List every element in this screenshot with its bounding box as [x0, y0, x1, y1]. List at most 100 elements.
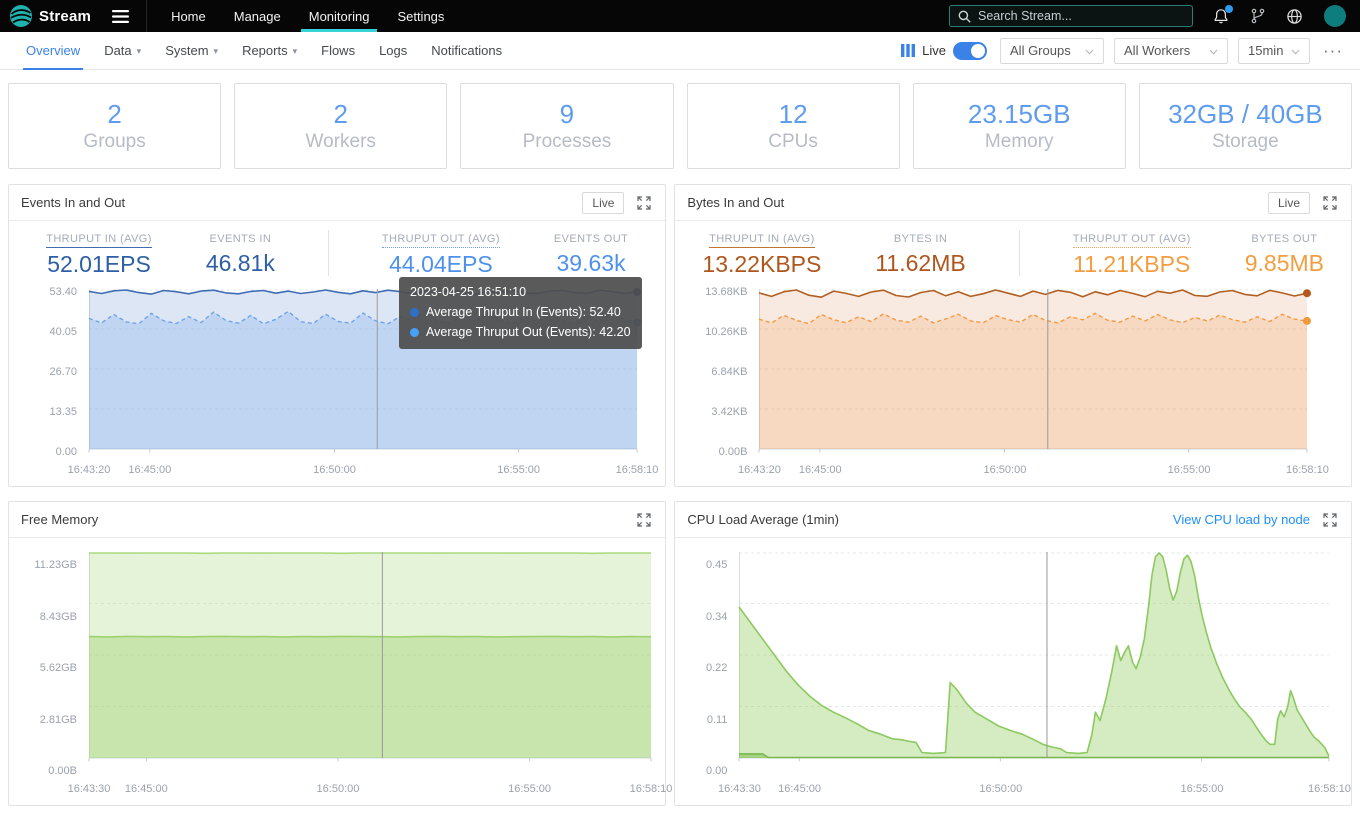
stat-label: THRUPUT OUT (AVG): [1072, 233, 1191, 248]
x-axis-label: 16:55:00: [497, 464, 541, 476]
hamburger-menu-button[interactable]: [109, 7, 132, 26]
stat-value: 46.81k: [205, 250, 275, 276]
summary-card-groups[interactable]: 2 Groups: [8, 83, 222, 169]
chart-card-events: Events In and Out Live THRUPUT IN (AVG) 52.…: [8, 184, 667, 487]
y-axis-label: 13.68KB: [705, 286, 748, 298]
chart-card-cpu: CPU Load Average (1min) View CPU load by …: [674, 501, 1352, 806]
memory-plot-svg[interactable]: [88, 552, 652, 763]
summary-card-workers[interactable]: 2 Workers: [234, 83, 448, 169]
events-plot-svg[interactable]: [88, 287, 641, 454]
caret-down-icon: ▾: [292, 45, 298, 56]
select-all-groups[interactable]: All Groups: [1000, 37, 1105, 64]
tab-logs[interactable]: Logs: [367, 32, 419, 70]
stat-value: 39.63k: [556, 250, 626, 276]
tab-data[interactable]: Data ▾: [92, 32, 153, 70]
select-value: 15min: [1248, 43, 1284, 58]
x-axis-label: 16:50:00: [316, 783, 360, 795]
memory-expand-button[interactable]: [635, 511, 653, 529]
y-axis-label: 40.05: [49, 326, 77, 338]
globe-button[interactable]: [1286, 8, 1303, 25]
tab-notifications[interactable]: Notifications: [419, 32, 514, 70]
chart-card-memory: Free Memory 11.23GB 8.43GB 5.62GB 2.81GB 0.00…: [8, 501, 673, 806]
y-axis-label: 0.34: [706, 610, 728, 623]
bytes-plot-svg[interactable]: [758, 289, 1312, 454]
stat-value: 9.85MB: [1244, 250, 1324, 276]
stats-divider: [1018, 230, 1020, 276]
thruput-in-avg-stat: THRUPUT IN (AVG) 13.22KBPS: [702, 229, 821, 278]
events-live-button[interactable]: Live: [582, 191, 625, 214]
user-avatar[interactable]: [1324, 5, 1346, 27]
events-out-stat: EVENTS OUT 39.63k: [554, 229, 628, 277]
search-input[interactable]: [978, 9, 1184, 23]
more-options-button[interactable]: ···: [1320, 42, 1346, 59]
summary-card-cpus[interactable]: 12 CPUs: [686, 83, 900, 169]
events-expand-button[interactable]: [635, 194, 653, 212]
live-toggle-group: Live: [901, 41, 988, 60]
git-branch-button[interactable]: [1250, 8, 1265, 24]
summary-card-processes[interactable]: 9 Processes: [460, 83, 674, 169]
live-toggle[interactable]: [953, 41, 988, 60]
y-axis-label: 0.00B: [48, 765, 77, 777]
select-all-workers[interactable]: All Workers: [1114, 37, 1229, 64]
caret-down-icon: ▾: [213, 45, 219, 56]
summary-label: Processes: [522, 131, 612, 153]
x-axis-label: 16:55:00: [508, 783, 552, 795]
stat-label: THRUPUT OUT (AVG): [381, 233, 500, 248]
y-axis-label: 26.70: [49, 366, 77, 378]
nav-item-settings[interactable]: Settings: [383, 0, 458, 32]
chevron-down-icon: [1085, 49, 1094, 55]
tab-reports[interactable]: Reports ▾: [230, 32, 309, 70]
y-axis-label: 0.00B: [718, 446, 748, 458]
summary-value: 9: [559, 98, 575, 129]
chevron-down-icon: [1209, 49, 1218, 55]
nav-item-manage[interactable]: Manage: [220, 0, 295, 32]
notifications-bell-button[interactable]: [1213, 5, 1233, 24]
stat-label: EVENTS OUT: [553, 233, 629, 245]
tab-flows[interactable]: Flows: [309, 32, 367, 70]
nav-item-home[interactable]: Home: [157, 0, 220, 32]
cpu-chart-title: CPU Load Average (1min): [687, 512, 839, 527]
cpu-expand-button[interactable]: [1321, 511, 1339, 529]
tab-label: Logs: [379, 43, 408, 58]
toolbar-controls: Live All Groups All Workers 15min ···: [901, 37, 1346, 64]
topbar-divider: [146, 0, 148, 32]
bytes-expand-button[interactable]: [1321, 194, 1339, 212]
select-15min[interactable]: 15min: [1238, 37, 1311, 64]
summary-card-storage[interactable]: 32GB / 40GB Storage: [1138, 83, 1352, 169]
x-axis-memory: 16:43:30 16:45:00 16:50:00 16:55:00 16:58:10: [9, 777, 673, 805]
notification-badge: [1225, 5, 1233, 13]
chart-header-events: Events In and Out Live: [9, 185, 666, 221]
stat-value: 11.21KBPS: [1073, 250, 1191, 277]
bytes-chart-title: Bytes In and Out: [687, 195, 785, 210]
cpu-plot-svg[interactable]: [738, 552, 1331, 763]
topbar-icons: [1213, 5, 1346, 27]
x-axis-label: 16:50:00: [979, 783, 1023, 795]
bytes-live-button[interactable]: Live: [1267, 191, 1310, 214]
events-chart-title: Events In and Out: [21, 195, 126, 210]
stat-value: 11.62MB: [875, 250, 966, 276]
y-axis-label: 13.35: [49, 406, 77, 418]
tab-label: System: [165, 43, 209, 58]
plot-area-memory: 11.23GB 8.43GB 5.62GB 2.81GB 0.00B: [9, 552, 665, 777]
x-axis-label: 16:43:20: [738, 464, 781, 476]
chart-card-bytes: Bytes In and Out Live THRUPUT IN (AVG) 13.2…: [674, 184, 1352, 487]
expand-icon: [637, 195, 652, 210]
events-in-stat: EVENTS IN 46.81k: [206, 229, 275, 277]
summary-value: 23.15GB: [967, 98, 1071, 129]
view-cpu-load-by-node-link[interactable]: View CPU load by node: [1173, 512, 1310, 527]
monitoring-tabs: Overview Data ▾ System ▾ Reports ▾ Flows Logs Not…: [14, 32, 514, 70]
expand-icon: [1323, 512, 1337, 527]
tab-overview[interactable]: Overview: [14, 32, 92, 70]
summary-card-memory[interactable]: 23.15GB Memory: [912, 83, 1126, 169]
summary-label: Workers: [305, 131, 376, 153]
tab-label: Reports: [242, 43, 288, 58]
summary-value: 2: [107, 98, 122, 129]
tab-system[interactable]: System ▾: [153, 32, 230, 70]
brand[interactable]: Stream: [10, 5, 91, 27]
nav-item-monitoring[interactable]: Monitoring: [295, 0, 384, 32]
globe-icon: [1287, 8, 1302, 24]
x-axis-label: 16:43:30: [67, 783, 111, 795]
chart-stats-bytes: THRUPUT IN (AVG) 13.22KBPS BYTES IN 11.62MB…: [675, 221, 1351, 285]
hamburger-menu-icon: [112, 9, 130, 23]
x-axis-label: 16:50:00: [983, 464, 1027, 476]
